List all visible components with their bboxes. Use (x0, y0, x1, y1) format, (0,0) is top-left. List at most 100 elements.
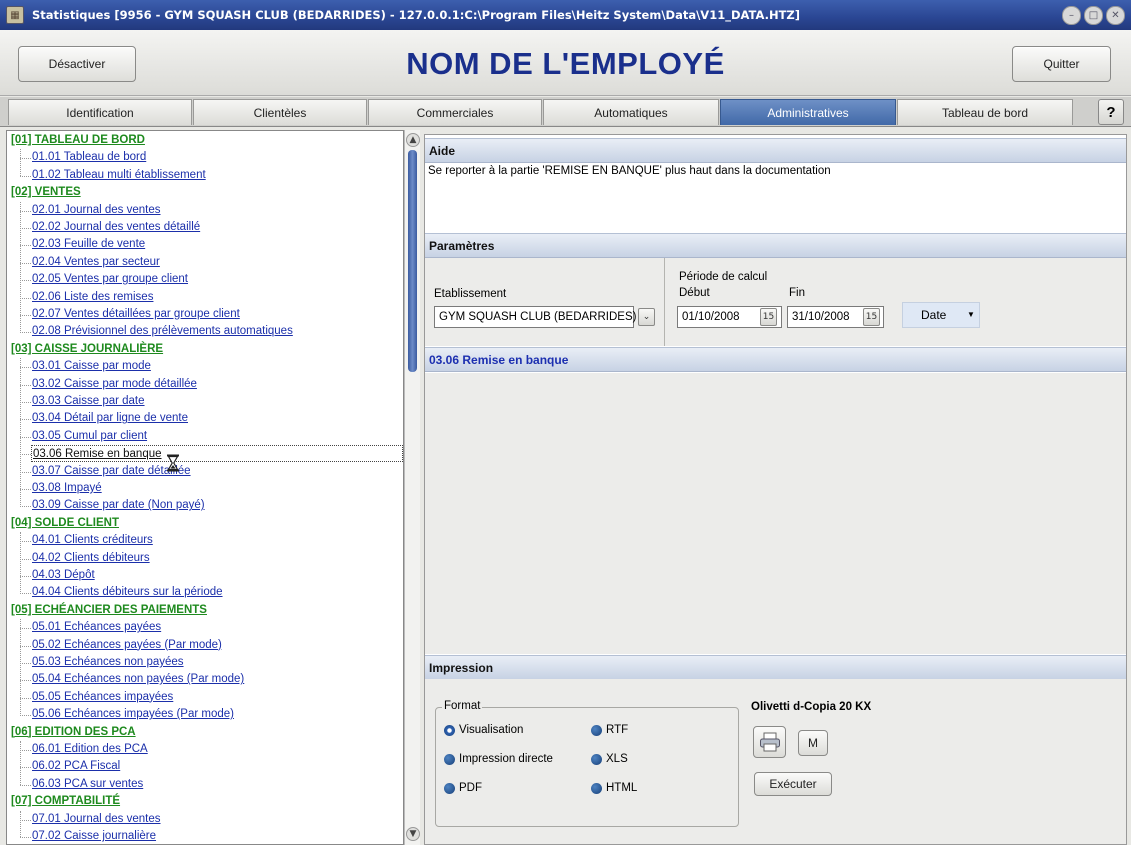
quitter-button[interactable]: Quitter (1012, 46, 1111, 82)
tab-identification[interactable]: Identification (8, 99, 192, 125)
tree-item[interactable]: 03.05 Cumul par client (32, 428, 147, 445)
m-button[interactable]: M (798, 730, 828, 756)
tree-item[interactable]: 04.04 Clients débiteurs sur la période (32, 584, 223, 601)
tree-category[interactable]: [03] CAISSE JOURNALIÈRE (11, 341, 163, 358)
radio-label: HTML (606, 782, 638, 794)
radio-xls[interactable]: XLS (591, 753, 628, 765)
tree-connector (20, 784, 31, 786)
tree-item[interactable]: 02.02 Journal des ventes détaillé (32, 219, 200, 236)
tree-category[interactable]: [02] VENTES (11, 184, 81, 201)
tab-commerciales[interactable]: Commerciales (368, 99, 542, 125)
tree-item[interactable]: 03.09 Caisse par date (Non payé) (32, 497, 205, 514)
tree-connector (20, 419, 31, 421)
tree-category[interactable]: [04] SOLDE CLIENT (11, 515, 119, 532)
report-tree: [01] TABLEAU DE BORD 01.01 Tableau de bor… (6, 130, 404, 845)
printer-button[interactable] (753, 726, 786, 758)
tree-item[interactable]: 02.03 Feuille de vente (32, 236, 145, 253)
scroll-down-icon[interactable]: ▼ (406, 827, 420, 841)
tree-connector (20, 558, 31, 560)
tree-connector (20, 436, 31, 438)
radio-icon (591, 724, 602, 736)
tree-connector (20, 228, 31, 229)
radio-impression-directe[interactable]: Impression directe (444, 753, 553, 765)
radio-visualisation[interactable]: Visualisation (444, 724, 523, 736)
tree-item[interactable]: 06.01 Edition des PCA (32, 741, 148, 758)
header: Désactiver NOM DE L'EMPLOYÉ Quitter (0, 30, 1131, 96)
help-button[interactable]: ? (1098, 99, 1124, 125)
chevron-down-icon[interactable]: ⌄ (638, 308, 655, 326)
tree-item[interactable]: 01.01 Tableau de bord (32, 149, 146, 166)
tab-tableau-de-bord[interactable]: Tableau de bord (897, 99, 1073, 125)
tree-item[interactable]: 03.06 Remise en banque (31, 445, 403, 463)
tree-item[interactable]: 03.01 Caisse par mode (32, 358, 151, 375)
tree-connector (20, 245, 31, 247)
radio-rtf[interactable]: RTF (591, 724, 628, 736)
radio-pdf[interactable]: PDF (444, 782, 482, 794)
tree-connector (20, 663, 31, 664)
tree-item[interactable]: 02.08 Prévisionnel des prélèvements auto… (32, 323, 293, 340)
desactiver-button[interactable]: Désactiver (18, 46, 136, 82)
tree-item[interactable]: 05.05 Echéances impayées (32, 689, 173, 706)
impression-area: Format Visualisation Impression directe … (425, 679, 1126, 844)
tree-scrollbar[interactable]: ▲ ▼ (404, 130, 420, 845)
tree-connector (20, 297, 31, 299)
hourglass-cursor-icon (167, 454, 179, 472)
tree-item[interactable]: 03.03 Caisse par date (32, 393, 145, 410)
tree-item[interactable]: 03.04 Détail par ligne de vente (32, 410, 188, 427)
tree-connector (20, 645, 31, 647)
maximize-icon[interactable]: □ (1084, 5, 1103, 25)
tree-item[interactable]: 03.02 Caisse par mode détaillée (32, 376, 197, 393)
periode-label: Période de calcul (679, 271, 768, 283)
tree-connector (20, 628, 31, 630)
tree-item[interactable]: 05.03 Echéances non payées (32, 654, 184, 671)
tree-connector (20, 810, 21, 838)
tab-automatiques[interactable]: Automatiques (543, 99, 719, 125)
tree-item[interactable]: 02.01 Journal des ventes (32, 202, 161, 219)
printer-icon (759, 732, 780, 752)
tree-connector (20, 280, 31, 282)
tree-item[interactable]: 02.04 Ventes par secteur (32, 254, 160, 271)
scrollbar-thumb[interactable] (408, 150, 417, 372)
parametres-header: Paramètres (425, 233, 1126, 258)
radio-html[interactable]: HTML (591, 782, 637, 794)
calendar-icon[interactable]: 15 (760, 308, 777, 326)
tree-item[interactable]: 07.01 Journal des ventes (32, 811, 161, 828)
tree-item[interactable]: 05.01 Echéances payées (32, 619, 161, 636)
tree-item[interactable]: 02.05 Ventes par groupe client (32, 271, 188, 288)
tree-item[interactable]: 02.07 Ventes détaillées par groupe clien… (32, 306, 240, 323)
impression-header: Impression (425, 655, 1126, 680)
tree-connector (20, 619, 21, 716)
tree-item[interactable]: 06.02 PCA Fiscal (32, 758, 120, 775)
etablissement-select[interactable]: GYM SQUASH CLUB (BEDARRIDES) (434, 306, 636, 328)
tree-connector (20, 506, 31, 508)
tree-connector (20, 741, 21, 786)
calendar-icon[interactable]: 15 (863, 308, 880, 326)
tree-item[interactable]: 01.02 Tableau multi établissement (32, 167, 206, 184)
tree-item[interactable]: 04.01 Clients créditeurs (32, 532, 153, 549)
executer-button[interactable]: Exécuter (754, 772, 832, 796)
tree-category[interactable]: [01] TABLEAU DE BORD (11, 132, 145, 149)
date-dropdown-button[interactable]: Date ▼ (902, 302, 980, 328)
close-icon[interactable]: ✕ (1106, 5, 1125, 25)
tree-connector (20, 471, 31, 473)
tab-administratives[interactable]: Administratives (720, 99, 896, 125)
tree-item[interactable]: 04.02 Clients débiteurs (32, 550, 150, 567)
tree-category[interactable]: [07] COMPTABILITÉ (11, 793, 120, 810)
format-group: Format Visualisation Impression directe … (435, 700, 739, 827)
tree-connector (20, 593, 31, 595)
tab-clienteles[interactable]: Clientèles (193, 99, 367, 125)
minimize-icon[interactable]: – (1062, 5, 1081, 25)
tree-item[interactable]: 05.06 Echéances impayées (Par mode) (32, 706, 234, 723)
tree-category[interactable]: [06] EDITION DES PCA (11, 724, 136, 741)
tree-category[interactable]: [05] ECHÉANCIER DES PAIEMENTS (11, 602, 207, 619)
tree-item[interactable]: 04.03 Dépôt (32, 567, 95, 584)
tree-item[interactable]: 05.04 Echéances non payées (Par mode) (32, 671, 244, 688)
tree-connector (20, 454, 31, 456)
scroll-up-icon[interactable]: ▲ (406, 133, 420, 147)
tree-item[interactable]: 03.08 Impayé (32, 480, 102, 497)
tree-item[interactable]: 06.03 PCA sur ventes (32, 776, 143, 793)
tree-item[interactable]: 05.02 Echéances payées (Par mode) (32, 637, 222, 654)
tree-connector (20, 384, 31, 386)
tree-item[interactable]: 02.06 Liste des remises (32, 289, 153, 306)
tree-item[interactable]: 07.02 Caisse journalière (32, 828, 156, 844)
